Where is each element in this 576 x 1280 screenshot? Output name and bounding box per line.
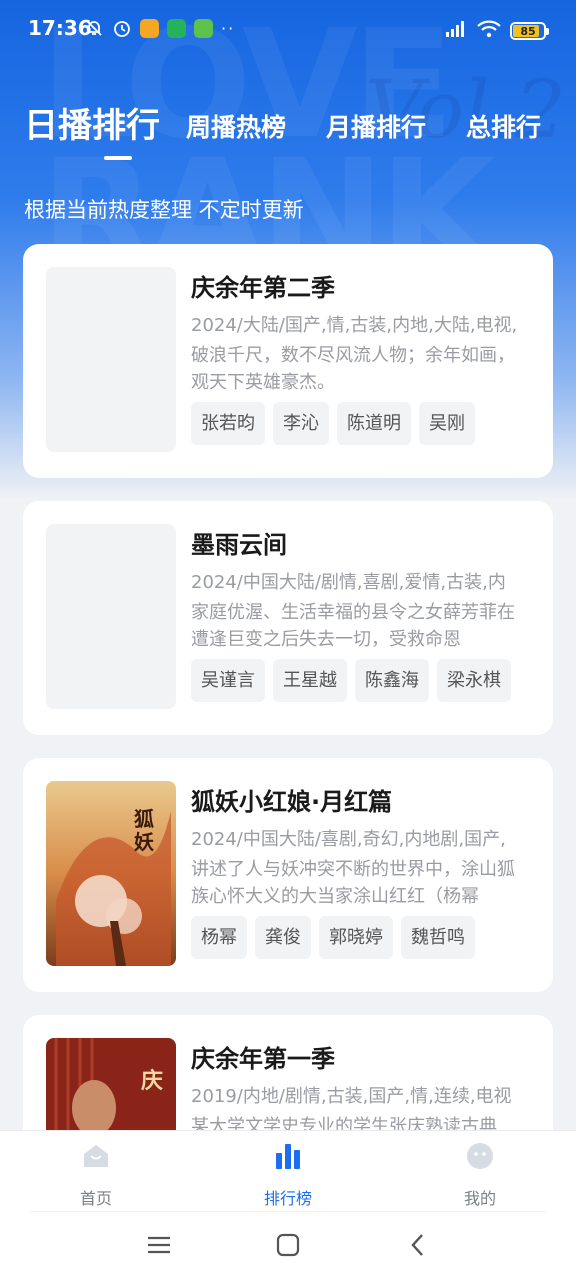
tab-indicator — [104, 156, 132, 160]
nav-label: 我的 — [463, 1189, 496, 1208]
ranking-subtitle: 根据当前热度整理 不定时更新 — [24, 198, 304, 222]
battery-label: 85 — [520, 24, 536, 38]
status-icons-right: 85 — [440, 19, 549, 43]
show-meta: 2024/中国大陆/剧情,喜剧,爱情,古装,内 — [191, 572, 506, 593]
nav-label: 首页 — [79, 1189, 112, 1208]
home-square-icon[interactable] — [273, 1230, 303, 1260]
cast-tag[interactable]: 李沁 — [273, 402, 329, 445]
show-card[interactable]: 墨雨云间 2024/中国大陆/剧情,喜剧,爱情,古装,内 家庭优渥、生活幸福的县… — [23, 501, 553, 735]
cast-tag[interactable]: 吴刚 — [419, 402, 475, 445]
nav-divider — [30, 1211, 546, 1212]
poster-image: 狐 妖 — [46, 781, 176, 966]
cast-tags: 张若昀 李沁 陈道明 吴刚 — [191, 402, 475, 445]
cast-tag[interactable]: 王星越 — [273, 659, 347, 702]
show-card[interactable]: 狐 妖 狐妖小红娘·月红篇 2024/中国大陆/喜剧,奇幻,内地剧,国产, 讲述… — [23, 758, 553, 992]
nav-item-ranking[interactable]: 排行榜 — [243, 1141, 333, 1209]
cast-tag[interactable]: 陈道明 — [337, 402, 411, 445]
profile-face-icon — [465, 1141, 495, 1171]
app-notification-icon — [140, 18, 159, 38]
cast-tags: 吴谨言 王星越 陈鑫海 梁永棋 — [191, 659, 511, 702]
poster-placeholder — [46, 267, 176, 452]
cast-tag[interactable]: 吴谨言 — [191, 659, 265, 702]
show-title: 墨雨云间 — [191, 531, 287, 559]
alarm-icon — [112, 18, 132, 38]
home-icon — [81, 1141, 111, 1171]
show-title: 庆余年第二季 — [191, 274, 335, 302]
show-description: 破浪千尺，数不尽风流人物；余年如画，观天下英雄豪杰。 — [191, 345, 515, 393]
wifi-icon — [476, 19, 502, 43]
cast-tag[interactable]: 魏哲鸣 — [401, 916, 475, 959]
svg-text:庆: 庆 — [141, 1068, 163, 1094]
tab-total[interactable]: 总排行 — [466, 108, 541, 144]
menu-icon[interactable] — [144, 1230, 174, 1260]
show-title: 庆余年第一季 — [191, 1045, 335, 1073]
nav-item-profile[interactable]: 我的 — [435, 1141, 525, 1209]
show-meta: 2019/内地/剧情,古装,国产,情,连续,电视 — [191, 1086, 512, 1107]
show-card[interactable]: 庆余年第二季 2024/大陆/国产,情,古装,内地,大陆,电视, 破浪千尺，数不… — [23, 244, 553, 478]
bell-off-icon — [84, 18, 104, 38]
svg-text:妖: 妖 — [134, 830, 154, 854]
nav-item-home[interactable]: 首页 — [51, 1141, 141, 1209]
cast-tag[interactable]: 郭晓婷 — [319, 916, 393, 959]
show-description: 家庭优渥、生活幸福的县令之女薛芳菲在遭逢巨变之后失去一切，受救命恩 — [191, 602, 515, 650]
show-description: 讲述了人与妖冲突不断的世界中，涂山狐族心怀大义的大当家涂山红红（杨幂 — [191, 859, 515, 907]
show-title: 狐妖小红娘·月红篇 — [191, 788, 393, 816]
cast-tag[interactable]: 陈鑫海 — [355, 659, 429, 702]
cast-tag[interactable]: 张若昀 — [191, 402, 265, 445]
tab-daily[interactable]: 日播排行 — [24, 98, 160, 147]
nav-label: 排行榜 — [263, 1189, 312, 1208]
hd-signal-icon — [440, 19, 468, 43]
shield-app-icon — [167, 18, 186, 38]
show-meta: 2024/大陆/国产,情,古装,内地,大陆,电视, — [191, 315, 518, 336]
cast-tag[interactable]: 杨幂 — [191, 916, 247, 959]
ranking-tabs: 日播排行 周播热榜 月播排行 总排行 — [24, 98, 554, 168]
cast-tag[interactable]: 梁永棋 — [437, 659, 511, 702]
status-icons-left: ·· — [84, 18, 235, 38]
status-bar: 17:36 ·· 85 — [0, 0, 576, 60]
system-nav-bar — [0, 1218, 576, 1274]
ranking-bars-icon — [273, 1141, 303, 1171]
cast-tag[interactable]: 龚俊 — [255, 916, 311, 959]
svg-text:狐: 狐 — [134, 807, 154, 831]
tab-monthly[interactable]: 月播排行 — [326, 108, 426, 144]
download-app-icon — [194, 18, 213, 38]
tab-weekly[interactable]: 周播热榜 — [186, 108, 286, 144]
show-meta: 2024/中国大陆/喜剧,奇幻,内地剧,国产, — [191, 829, 506, 850]
status-time: 17:36 — [28, 16, 92, 40]
battery-icon: 85 — [510, 22, 549, 40]
poster-placeholder — [46, 524, 176, 709]
status-more-dots: ·· — [221, 18, 236, 38]
back-chevron-icon[interactable] — [403, 1230, 433, 1260]
cast-tags: 杨幂 龚俊 郭晓婷 魏哲鸣 — [191, 916, 475, 959]
